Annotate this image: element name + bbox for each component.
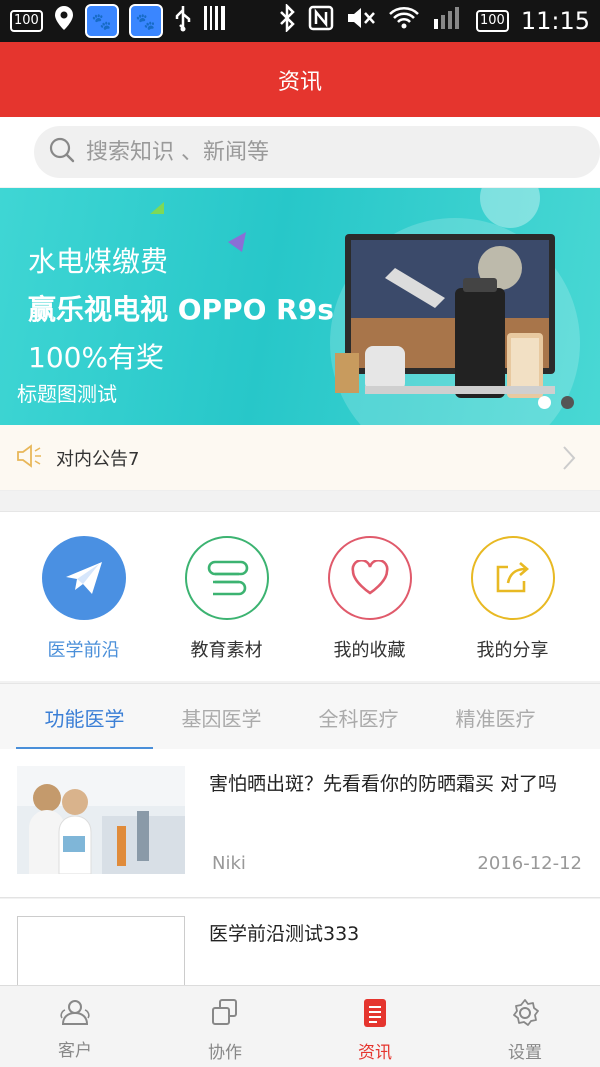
action-medical-frontier[interactable]: 医学前沿: [12, 512, 155, 681]
speaker-icon: [16, 443, 42, 472]
article-list-item[interactable]: 害怕晒出斑？先看看你的防晒霜买 对了吗 Niki 2016-12-12: [0, 749, 600, 898]
heart-icon: [327, 536, 412, 620]
location-icon: [53, 5, 75, 37]
tab-general-medicine[interactable]: 全科医疗: [290, 684, 427, 749]
signal-icon: [432, 5, 464, 37]
announcement-bar[interactable]: 对内公告7: [0, 425, 600, 491]
banner-caption: 标题图测试: [17, 382, 117, 406]
pager-dot-active[interactable]: [538, 396, 551, 409]
promo-banner[interactable]: 水电煤缴费 赢乐视电视 OPPO R9s 100%有奖 标题图测试: [0, 188, 600, 425]
nav-label: 协作: [208, 1043, 242, 1063]
banner-tagline: 100%有奖: [28, 341, 165, 374]
quick-actions: 医学前沿 教育素材 我的收藏 我的分享: [0, 511, 600, 681]
gear-icon: [510, 998, 540, 1032]
article-thumbnail: [17, 766, 185, 874]
article-title: 害怕晒出斑？先看看你的防晒霜买 对了吗: [209, 773, 558, 795]
article-date: 2016-12-12: [477, 853, 582, 874]
mute-icon: [346, 6, 376, 36]
battery-badge-left: 100: [10, 10, 43, 32]
nav-label: 资讯: [358, 1043, 392, 1063]
bottom-navigation: 客户 协作 资讯 设置: [0, 985, 600, 1067]
copy-icon: [210, 998, 240, 1032]
banner-product-image: [335, 234, 555, 398]
barcode-icon: [203, 5, 227, 37]
nav-news[interactable]: 资讯: [300, 986, 450, 1067]
announcement-text: 对内公告7: [56, 448, 140, 470]
tab-precision-medicine[interactable]: 精准医疗: [427, 684, 564, 749]
wifi-icon: [388, 5, 420, 37]
search-input[interactable]: [86, 139, 556, 165]
banner-pager: [538, 396, 574, 409]
news-icon: [363, 998, 387, 1032]
article-title: 医学前沿测试333: [209, 923, 360, 945]
tab-other[interactable]: 其: [564, 684, 600, 749]
banner-headline: 水电煤缴费: [28, 245, 169, 278]
chevron-right-icon: [562, 445, 576, 475]
action-label: 我的分享: [476, 640, 549, 661]
bluetooth-icon: [278, 2, 296, 38]
article-author: Niki: [212, 853, 246, 874]
category-tabs: 功能医学 基因医学 全科医疗 精准医疗 其: [0, 683, 600, 749]
nfc-icon: [308, 5, 334, 37]
nav-customers[interactable]: 客户: [0, 986, 150, 1067]
nav-label: 设置: [508, 1043, 542, 1063]
nav-label: 客户: [58, 1041, 92, 1061]
usb-icon: [173, 4, 193, 38]
action-label: 医学前沿: [47, 640, 120, 661]
action-education-material[interactable]: 教育素材: [155, 512, 298, 681]
search-icon: [48, 136, 76, 168]
page-title: 资讯: [277, 69, 322, 95]
tab-genetic-medicine[interactable]: 基因医学: [153, 684, 290, 749]
baidu-app-icon-2: 🐾: [128, 4, 163, 38]
battery-indicator: 100: [476, 10, 509, 32]
app-screen: 100 🐾 🐾 100 11:15 资讯 搜索知识 、新闻等 水电煤缴费 赢乐视…: [0, 0, 600, 1067]
scroll-icon: [184, 536, 269, 620]
app-header: 资讯: [0, 42, 600, 117]
paper-plane-icon: [41, 536, 126, 620]
nav-settings[interactable]: 设置: [450, 986, 600, 1067]
baidu-app-icon: 🐾: [84, 4, 119, 38]
banner-subheadline: 赢乐视电视 OPPO R9s: [28, 293, 334, 326]
action-my-shares[interactable]: 我的分享: [441, 512, 584, 681]
search-area: [0, 117, 600, 187]
share-icon: [470, 536, 555, 620]
article-list-item[interactable]: 医学前沿测试333: [0, 899, 600, 1006]
action-label: 教育素材: [190, 640, 263, 661]
clock: 11:15: [520, 7, 590, 35]
pager-dot[interactable]: [561, 396, 574, 409]
tab-functional-medicine[interactable]: 功能医学: [16, 684, 153, 749]
action-my-favorites[interactable]: 我的收藏: [298, 512, 441, 681]
status-bar: 100 🐾 🐾 100 11:15: [0, 0, 600, 42]
action-label: 我的收藏: [333, 640, 406, 661]
nav-collaboration[interactable]: 协作: [150, 986, 300, 1067]
search-bar[interactable]: [34, 126, 600, 178]
user-group-icon: [58, 998, 92, 1030]
